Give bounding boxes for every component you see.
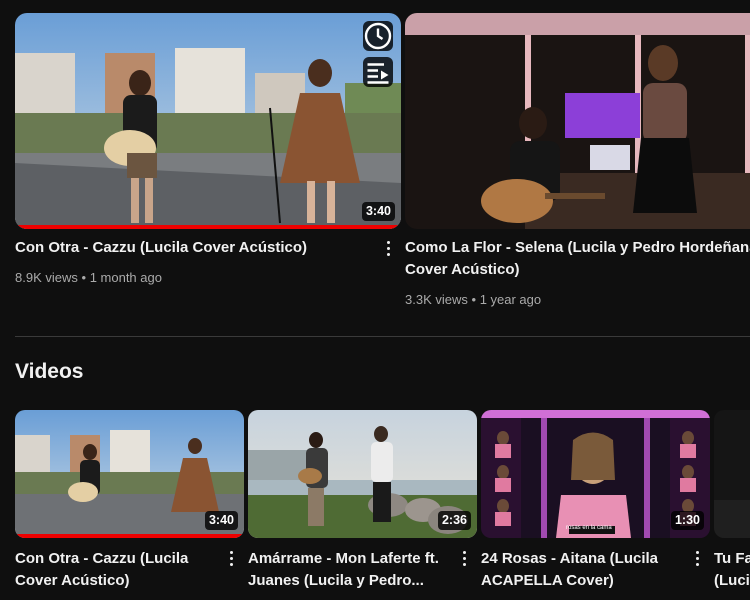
duration-badge: 3:40: [361, 202, 395, 221]
video-title-line: Tu Fa: [714, 550, 750, 567]
more-actions-button[interactable]: [378, 236, 398, 260]
video-title[interactable]: Tu Fa (Luci: [714, 548, 750, 592]
video-thumbnail[interactable]: 3:40: [15, 13, 401, 229]
video-thumbnail[interactable]: 3:40: [15, 410, 244, 538]
more-actions-button[interactable]: [454, 546, 474, 570]
section-divider: [15, 336, 750, 337]
duration-badge: 1:30: [670, 511, 704, 530]
video-title-line: Con Otra - Cazzu (Lucila: [15, 550, 189, 567]
video-title-line: Cover Acústico): [405, 261, 520, 278]
video-title-line: Cover Acústico): [15, 572, 130, 589]
duration-badge: 3:40: [204, 511, 238, 530]
add-to-queue-button[interactable]: [363, 57, 393, 87]
watch-later-button[interactable]: [363, 21, 393, 51]
video-thumbnail[interactable]: 2:36: [248, 410, 477, 538]
video-title[interactable]: Como La Flor - Selena (Lucila y Pedro Ho…: [405, 237, 750, 281]
thumbnail-image: [405, 13, 750, 229]
meta-separator: •: [81, 270, 87, 285]
video-title[interactable]: Amárrame - Mon Laferte ft. Juanes (Lucil…: [248, 548, 453, 592]
video-title-line: 24 Rosas - Aitana (Lucila: [481, 550, 658, 567]
video-title-line: Amárrame - Mon Laferte ft.: [248, 550, 439, 567]
watch-progress-bar: [15, 534, 244, 538]
video-title-line: Como La Flor - Selena (Lucila y Pedro Ho…: [405, 239, 750, 256]
watch-progress-bar: [15, 225, 401, 229]
video-title[interactable]: 24 Rosas - Aitana (Lucila ACAPELLA Cover…: [481, 548, 686, 592]
video-thumbnail[interactable]: rosas en la cama 1:30: [481, 410, 710, 538]
duration-badge: 2:36: [437, 511, 471, 530]
meta-separator: •: [471, 292, 477, 307]
video-title[interactable]: Con Otra - Cazzu (Lucila Cover Acústico): [15, 548, 215, 592]
overlay-caption: rosas en la cama: [566, 525, 612, 531]
thumbnail-image: [714, 410, 750, 538]
thumbnail-image: [15, 13, 401, 229]
add-to-queue-icon: [367, 63, 389, 84]
upload-age: 1 month ago: [89, 270, 162, 285]
video-title-line: ACAPELLA Cover): [481, 572, 614, 589]
upload-age: 1 year ago: [479, 292, 542, 307]
video-title-line: Juanes (Lucila y Pedro...: [248, 572, 424, 589]
video-thumbnail[interactable]: [405, 13, 750, 229]
video-thumbnail[interactable]: [714, 410, 750, 538]
video-title[interactable]: Con Otra - Cazzu (Lucila Cover Acústico): [15, 237, 365, 259]
section-title: Videos: [15, 360, 84, 383]
video-title-line: (Luci: [714, 572, 750, 589]
clock-icon: [364, 22, 392, 50]
view-count: 8.9K views: [15, 270, 78, 285]
more-actions-button[interactable]: [687, 546, 707, 570]
view-count: 3.3K views: [405, 292, 468, 307]
video-meta: 8.9K views • 1 month ago: [15, 269, 162, 287]
more-actions-button[interactable]: [221, 546, 241, 570]
video-meta: 3.3K views • 1 year ago: [405, 291, 541, 309]
